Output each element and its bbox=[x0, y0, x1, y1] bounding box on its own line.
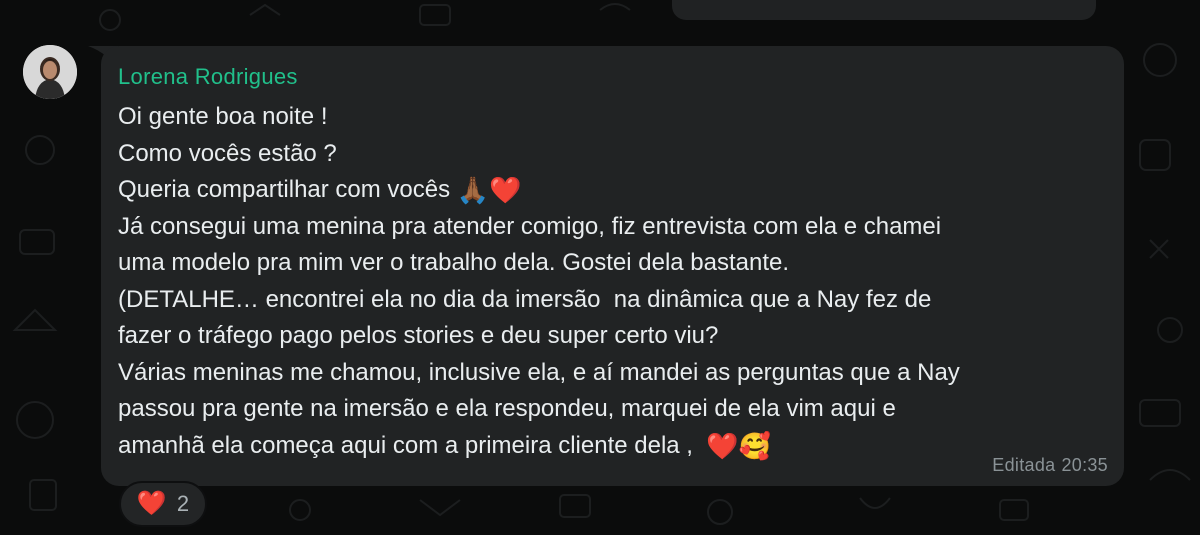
praying-hands-heart-emoji: 🙏🏾❤️ bbox=[456, 175, 522, 205]
reaction-count: 2 bbox=[176, 491, 190, 516]
message-line: Oi gente boa noite ! bbox=[118, 103, 328, 130]
message-meta: Editada 20:35 bbox=[992, 455, 1108, 476]
message-line: uma modelo pra mim ver o trabalho dela. … bbox=[118, 249, 790, 276]
edited-label: Editada bbox=[992, 455, 1056, 475]
message-line: Várias meninas me chamou, inclusive ela,… bbox=[118, 358, 960, 386]
heart-reaction-icon: ❤️ bbox=[136, 490, 167, 517]
previous-message-bubble bbox=[672, 0, 1096, 20]
message-time: 20:35 bbox=[1061, 455, 1108, 475]
message-line: passou pra gente na imersão e ela respon… bbox=[118, 395, 896, 422]
sender-name[interactable]: Lorena Rodrigues bbox=[118, 64, 298, 90]
message-line: (DETALHE… encontrei ela no dia da imersã… bbox=[118, 285, 932, 313]
message-text: Oi gente boa noite ! Como vocês estão ? … bbox=[118, 99, 1108, 464]
message-line: Como vocês estão ? bbox=[118, 139, 337, 167]
heart-smiling-face-emoji: ❤️🥰 bbox=[706, 430, 772, 461]
reaction-pill[interactable]: ❤️ 2 bbox=[119, 481, 207, 527]
avatar-photo bbox=[23, 45, 77, 99]
message-line: fazer o tráfego pago pelos stories e deu… bbox=[118, 322, 719, 349]
message-line: Queria compartilhar com vocês 🙏🏾❤️ bbox=[118, 175, 522, 205]
avatar[interactable] bbox=[23, 45, 77, 99]
message-line: Já consegui uma menina pra atender comig… bbox=[118, 212, 942, 240]
message-line: amanhã ela começa aqui com a primeira cl… bbox=[118, 430, 772, 461]
